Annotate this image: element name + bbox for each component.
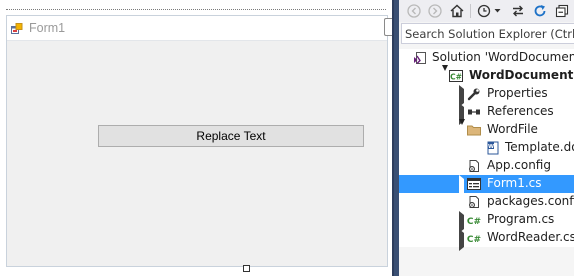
tree-item-label: WordDocument — [469, 68, 574, 82]
tree-item-references[interactable]: References — [399, 103, 574, 125]
tree-item-label: References — [487, 104, 554, 118]
config-icon — [466, 194, 482, 210]
svg-text:C#: C# — [467, 217, 481, 227]
tree-item-label: Solution 'WordDocument' (1 project) — [432, 50, 574, 64]
solution-explorer-search-box[interactable] — [401, 23, 574, 44]
pending-changes-filter-button[interactable] — [475, 2, 503, 20]
tree-item-program-cs[interactable]: C# Program.cs — [399, 211, 574, 233]
form1-window[interactable]: Form1 Replace Text — [6, 15, 388, 267]
solution-tree: Solution 'WordDocument' (1 project) C# Wor… — [399, 49, 574, 251]
sync-with-active-document-button[interactable] — [509, 2, 527, 20]
tree-item-template-docx[interactable]: W Template.docx — [399, 139, 574, 157]
svg-text:C#: C# — [450, 73, 462, 82]
form-app-icon — [11, 23, 23, 35]
form-client-area[interactable]: Replace Text — [7, 41, 387, 266]
references-icon — [466, 104, 482, 120]
csharp-file-icon: C# — [466, 212, 482, 228]
tree-item-label: Program.cs — [487, 212, 555, 226]
form-resize-handle[interactable] — [243, 265, 250, 272]
tree-item-wordreader-cs[interactable]: C# WordReader.cs — [399, 229, 574, 251]
tree-item-label: App.config — [487, 158, 551, 172]
collapse-all-icon — [555, 4, 569, 18]
form-titlebar[interactable]: Form1 — [7, 16, 387, 41]
forward-arrow-icon — [428, 4, 442, 18]
tree-item-solution-worddocument-1-project[interactable]: Solution 'WordDocument' (1 project) — [399, 49, 574, 67]
form-designer-surface[interactable]: Form1 Replace Text — [0, 0, 392, 276]
designer-selection-border — [6, 9, 386, 10]
overlapping-window-edge — [384, 18, 392, 36]
collapse-all-button[interactable] — [553, 2, 571, 20]
tree-item-app-config[interactable]: App.config — [399, 157, 574, 175]
solution-explorer-toolbar — [399, 0, 574, 22]
tree-item-label: WordReader.cs — [487, 230, 574, 244]
word-doc-icon: W — [485, 140, 501, 156]
sync-arrows-icon — [513, 5, 523, 17]
tree-item-label: Properties — [487, 86, 548, 100]
tree-item-label: Form1.cs — [487, 176, 542, 190]
search-input[interactable] — [402, 24, 574, 43]
form-title: Form1 — [29, 21, 66, 35]
tree-item-label: Template.docx — [505, 140, 574, 154]
panel-splitter-shadow — [392, 0, 394, 276]
back-arrow-icon — [407, 4, 421, 18]
forward-button[interactable] — [426, 2, 444, 20]
refresh-button[interactable] — [531, 2, 549, 20]
replace-text-button[interactable]: Replace Text — [98, 125, 364, 147]
tree-item-label: WordFile — [487, 122, 538, 136]
toolbar-separator — [470, 4, 471, 18]
tree-item-properties[interactable]: Properties — [399, 85, 574, 107]
folder-icon — [466, 122, 482, 138]
solution-explorer-panel: Solution 'WordDocument' (1 project) C# Wor… — [399, 0, 574, 276]
chevron-down-icon — [494, 9, 501, 13]
solution-icon — [412, 50, 428, 66]
csharp-project-icon: C# — [448, 68, 464, 84]
refresh-icon — [534, 5, 546, 17]
back-button[interactable] — [405, 2, 423, 20]
tree-item-wordfile[interactable]: WordFile — [399, 119, 574, 139]
tree-item-packages-config[interactable]: packages.config — [399, 193, 574, 211]
svg-text:C#: C# — [467, 235, 481, 245]
tree-item-label: packages.config — [487, 194, 574, 208]
home-icon — [450, 4, 464, 18]
tree-item-form1-cs[interactable]: Form1.cs — [399, 175, 574, 197]
csharp-file-icon: C# — [466, 230, 482, 246]
home-button[interactable] — [447, 2, 467, 20]
wrench-icon — [466, 86, 482, 102]
config-icon — [466, 158, 482, 174]
history-clock-icon — [477, 4, 491, 18]
svg-text:W: W — [488, 144, 494, 150]
form-icon — [466, 176, 482, 192]
tree-item-worddocument[interactable]: C# WordDocument — [399, 65, 574, 85]
